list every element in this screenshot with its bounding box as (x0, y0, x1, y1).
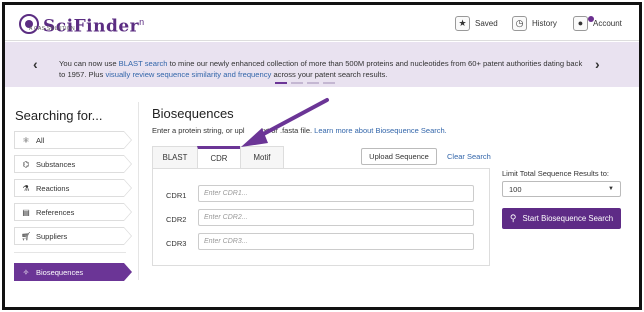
start-biosequence-search-button[interactable]: ⚲ Start Biosequence Search (502, 208, 621, 229)
clear-search-link[interactable]: Clear Search (447, 152, 491, 161)
cdr2-label: CDR2 (166, 215, 187, 224)
limit-value: 100 (509, 184, 522, 194)
upload-sequence-button[interactable]: Upload Sequence (361, 148, 437, 165)
sidebar-item-all[interactable]: ⚛ All (14, 131, 132, 149)
saved-label: Saved (475, 18, 498, 28)
notification-dot (588, 15, 594, 22)
sidebar-item-biosequences[interactable]: ✧ Biosequences (14, 263, 132, 281)
sidebar-item-label: All (36, 135, 45, 145)
tab-blast[interactable]: BLAST (152, 146, 198, 168)
chevron-right-icon[interactable]: › (595, 56, 600, 72)
page-description: Enter a protein string, or upl txt or .f… (152, 126, 447, 135)
history-label: History (532, 18, 557, 28)
cdr1-input[interactable] (198, 185, 474, 202)
page-title: Biosequences (152, 106, 234, 121)
chevron-left-icon[interactable]: ‹ (33, 56, 38, 72)
review-similarity-link[interactable]: visually review sequence similarity and … (105, 70, 271, 79)
announcement-banner: ‹ You can now use BLAST search to mine o… (5, 42, 639, 87)
search-type-tabs: BLAST CDR Motif (152, 146, 284, 168)
account-button[interactable]: ● Account (573, 13, 622, 33)
history-button[interactable]: ◷ History (512, 13, 557, 33)
searching-for-title: Searching for... (15, 108, 103, 123)
sidebar-item-label: Substances (36, 159, 76, 169)
scifinder-logo[interactable]: SciFindern (19, 11, 145, 37)
sidebar-item-label: Suppliers (36, 231, 68, 241)
cdr1-label: CDR1 (166, 191, 187, 200)
top-header: SciFindern A CAS SOLUTION ★ Saved ◷ Hist… (5, 5, 639, 41)
dna-icon: ✧ (22, 267, 30, 277)
column-divider (138, 102, 139, 280)
user-icon: ● (573, 15, 594, 31)
cdr-panel: CDR1 CDR2 CDR3 (152, 168, 490, 266)
substance-icon: ⌬ (22, 159, 30, 169)
sidebar-item-substances[interactable]: ⌬ Substances (14, 155, 132, 173)
sidebar-item-label: Biosequences (36, 267, 84, 277)
document-icon: ▤ (22, 207, 30, 217)
cdr3-input[interactable] (198, 233, 474, 250)
blast-search-link[interactable]: BLAST search (119, 59, 168, 68)
carousel-dots (275, 82, 335, 84)
caret-down-icon: ▼ (608, 186, 614, 192)
app-frame: SciFindern A CAS SOLUTION ★ Saved ◷ Hist… (2, 2, 642, 310)
limit-results-select[interactable]: 100 ▼ (502, 181, 621, 197)
cdr3-label: CDR3 (166, 239, 187, 248)
sidebar-item-label: Reactions (36, 183, 70, 193)
atom-icon: ⚛ (22, 135, 30, 145)
carousel-dot[interactable] (275, 82, 287, 84)
account-label: Account (593, 18, 622, 28)
sidebar-item-reactions[interactable]: ⚗ Reactions (14, 179, 132, 197)
tab-motif[interactable]: Motif (240, 146, 284, 168)
carousel-dot[interactable] (307, 82, 319, 84)
carousel-dot[interactable] (291, 82, 303, 84)
carousel-dot[interactable] (323, 82, 335, 84)
search-icon: ⚲ (509, 213, 517, 223)
sidebar-divider (14, 252, 126, 253)
tab-cdr[interactable]: CDR (197, 146, 241, 168)
limit-results-label: Limit Total Sequence Results to: (502, 169, 610, 178)
saved-button[interactable]: ★ Saved (455, 13, 498, 33)
sidebar-item-references[interactable]: ▤ References (14, 203, 132, 221)
star-icon: ★ (455, 15, 470, 31)
sidebar-item-label: References (36, 207, 75, 217)
learn-more-link[interactable]: Learn more about Biosequence Search. (314, 126, 447, 135)
start-button-label: Start Biosequence Search (522, 214, 614, 223)
logo-tagline: A CAS SOLUTION (29, 26, 75, 32)
clock-icon: ◷ (512, 15, 527, 31)
banner-text: You can now use BLAST search to mine our… (59, 59, 583, 79)
flask-icon: ⚗ (22, 183, 30, 193)
cart-icon: 🛒︎ (21, 231, 32, 241)
cdr2-input[interactable] (198, 209, 474, 226)
sidebar-item-suppliers[interactable]: 🛒︎ Suppliers (14, 227, 132, 245)
